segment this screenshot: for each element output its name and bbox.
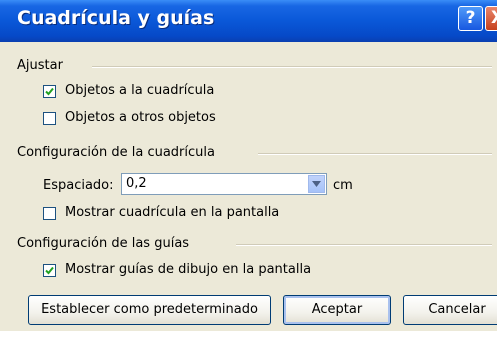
grid-and-guides-dialog: Cuadrícula y guías ? X Ajustar Objetos a…	[0, 0, 497, 331]
group-divider-grid	[258, 153, 492, 155]
help-icon: ?	[465, 8, 476, 28]
snap-to-objects-checkbox[interactable]	[43, 112, 56, 125]
snap-to-grid-checkbox[interactable]	[43, 85, 56, 98]
checkmark-icon	[45, 266, 54, 275]
group-label-grid: Configuración de la cuadrícula	[17, 145, 220, 160]
set-default-button[interactable]: Establecer como predeterminado	[28, 295, 271, 325]
snap-to-grid-label: Objetos a la cuadrícula	[65, 83, 215, 98]
checkmark-icon	[45, 87, 54, 96]
close-button[interactable]: X	[485, 6, 497, 31]
title-bar: Cuadrícula y guías ? X	[0, 0, 497, 42]
chevron-down-icon	[312, 181, 321, 187]
group-divider-guides	[236, 244, 492, 246]
help-button[interactable]: ?	[458, 6, 483, 31]
show-guides-label: Mostrar guías de dibujo en la pantalla	[65, 262, 312, 277]
show-grid-checkbox[interactable]	[43, 207, 56, 220]
spacing-unit: cm	[333, 178, 353, 193]
group-label-snap: Ajustar	[17, 58, 68, 73]
show-guides-checkbox[interactable]	[43, 264, 56, 277]
show-grid-label: Mostrar cuadrícula en la pantalla	[65, 205, 280, 220]
spacing-dropdown-button[interactable]	[308, 175, 325, 193]
dialog-title: Cuadrícula y guías	[17, 7, 215, 29]
group-divider-snap	[92, 66, 492, 68]
spacing-value[interactable]: 0,2	[126, 176, 147, 191]
close-icon: X	[491, 8, 497, 28]
ok-button[interactable]: Aceptar	[283, 295, 391, 325]
snap-to-objects-label: Objetos a otros objetos	[65, 110, 216, 125]
cancel-button[interactable]: Cancelar	[403, 295, 497, 325]
spacing-label: Espaciado:	[43, 178, 114, 193]
group-label-guides: Configuración de las guías	[17, 236, 195, 251]
spacing-combobox[interactable]: 0,2	[121, 173, 327, 195]
